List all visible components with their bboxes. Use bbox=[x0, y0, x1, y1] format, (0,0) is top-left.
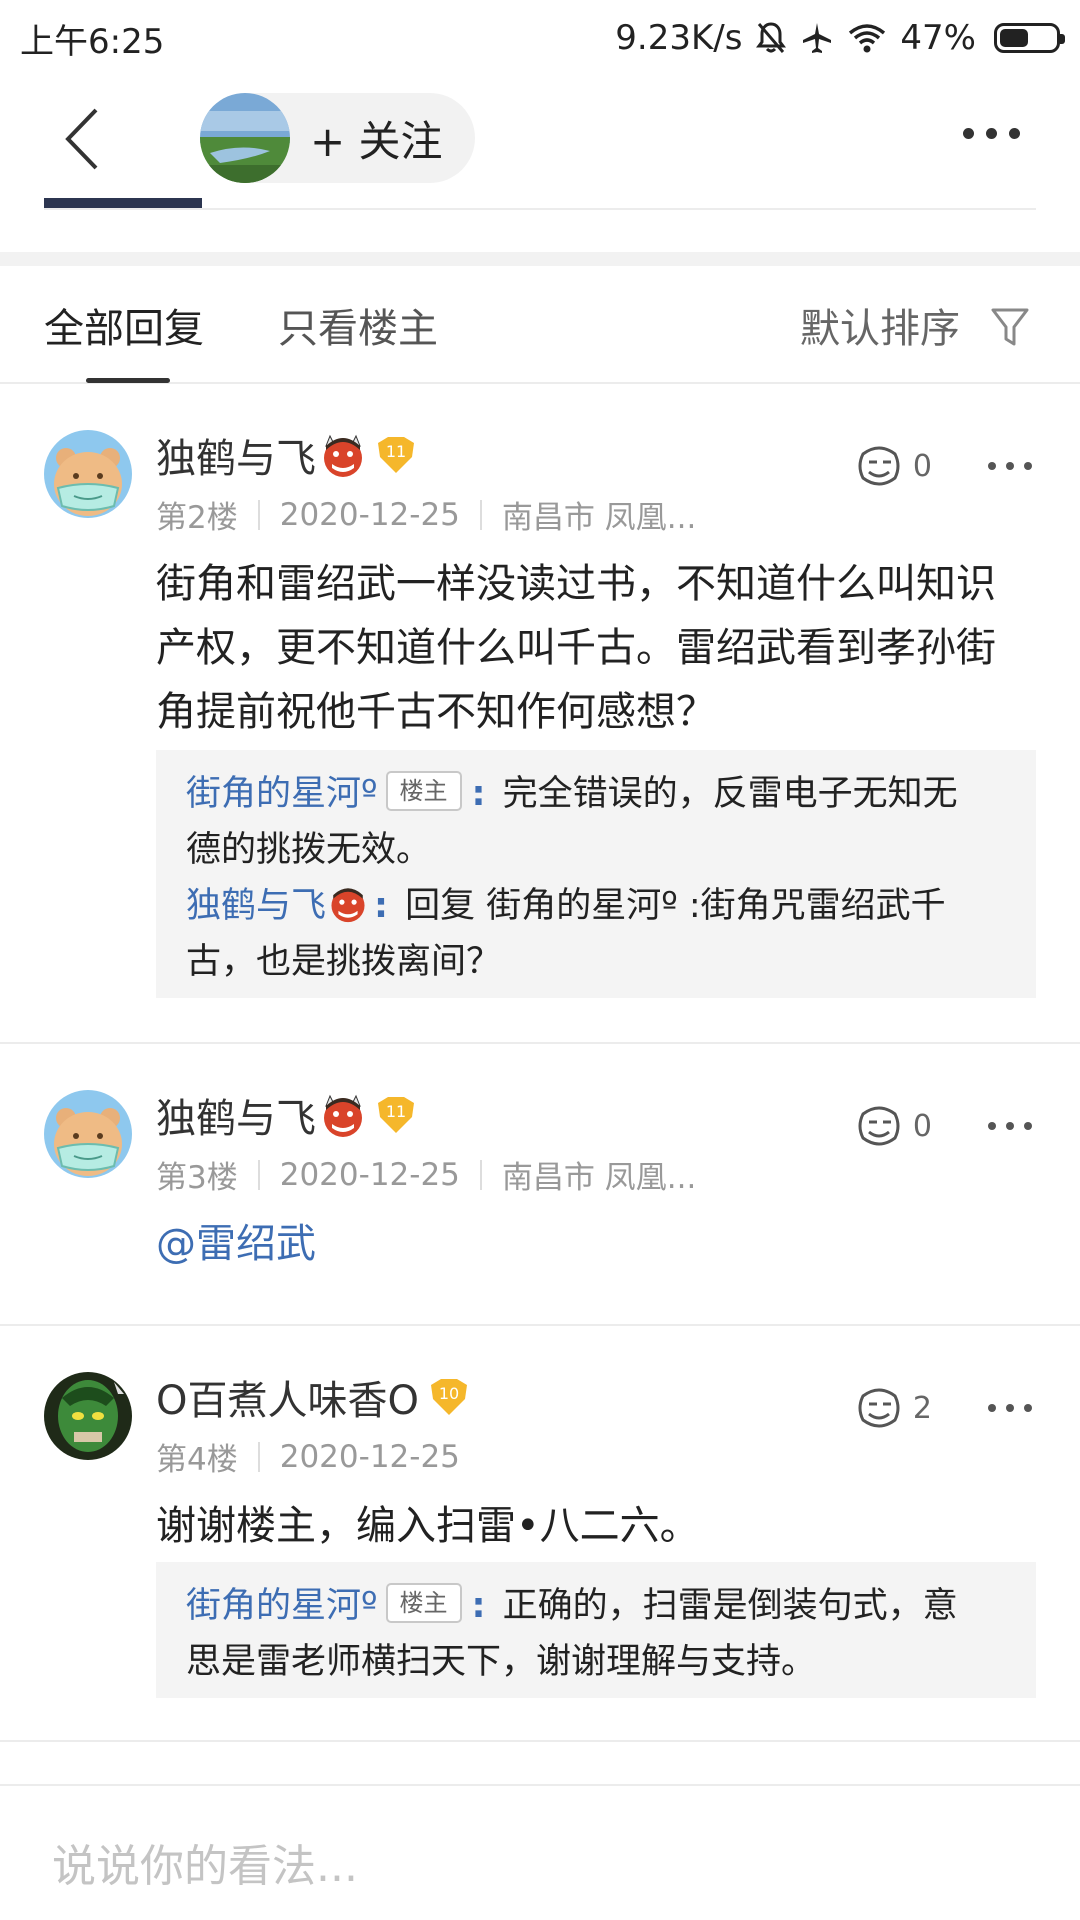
like-face-icon bbox=[858, 446, 900, 486]
floor-number: 第4楼 bbox=[156, 1442, 238, 1478]
follow-label: + 关注 bbox=[310, 116, 443, 166]
sub-reply-text-cont: 思是雷老师横扫天下，谢谢理解与支持。 bbox=[186, 1642, 817, 1682]
sub-reply[interactable]: 街角的星河º 楼主: 正确的，扫雷是倒装句式，意 bbox=[186, 1578, 1006, 1634]
status-time: 上午6:25 bbox=[20, 21, 165, 62]
section-divider bbox=[0, 252, 1080, 266]
level-badge: 11 bbox=[378, 437, 414, 473]
comment-body: 谢谢楼主，编入扫雷•八二六。 bbox=[156, 1503, 700, 1549]
sub-reply-text: 回复 街角的星河º :街角咒雷绍武千 bbox=[394, 886, 946, 926]
airplane-icon bbox=[803, 23, 832, 53]
like-count: 0 bbox=[912, 448, 932, 484]
nav-bar: + 关注 bbox=[0, 76, 1080, 198]
follow-button[interactable]: + 关注 bbox=[200, 93, 475, 183]
sub-reply-text: 正确的，扫雷是倒装句式，意 bbox=[491, 1586, 958, 1626]
sub-replies: 街角的星河º 楼主: 正确的，扫雷是倒装句式，意 思是雷老师横扫天下，谢谢理解与支… bbox=[156, 1562, 1036, 1698]
sub-reply-author[interactable]: 街角的星河º bbox=[186, 774, 378, 814]
sub-replies: 街角的星河º 楼主: 完全错误的，反雷电子无知无 德的挑拨无效。 独鹤与飞: 回复… bbox=[156, 750, 1036, 998]
filter-icon[interactable] bbox=[990, 306, 1030, 348]
avatar[interactable] bbox=[44, 430, 132, 518]
comment-more-icon[interactable] bbox=[988, 1404, 1032, 1412]
like-face-icon bbox=[858, 1106, 900, 1146]
post-date: 2020-12-25 bbox=[279, 496, 460, 533]
status-icons: 9.23K/s 47% bbox=[615, 18, 1065, 58]
floor-number: 第3楼 bbox=[156, 1160, 238, 1196]
sub-reply-text-cont: 德的挑拨无效。 bbox=[186, 830, 432, 870]
author-avatar[interactable] bbox=[200, 93, 290, 183]
comment-body: 街角和雷绍武一样没读过书，不知道什么叫知识 产权，更不知道什么叫千古。雷绍武看到… bbox=[156, 561, 996, 735]
net-speed: 9.23K/s bbox=[615, 18, 743, 58]
sub-reply-author[interactable]: 街角的星河º bbox=[186, 1586, 378, 1626]
like-count: 2 bbox=[912, 1390, 932, 1426]
comment-floor-4: O百煮人味香O 10 第4楼 2020-12-25 2 谢谢楼主，编入扫雷•八二… bbox=[0, 1328, 1080, 1742]
username-row: 独鹤与飞 11 bbox=[156, 426, 418, 484]
back-icon[interactable] bbox=[60, 104, 120, 174]
like-button[interactable]: 0 bbox=[855, 444, 932, 488]
comment-input[interactable]: 说说你的看法... bbox=[52, 1830, 358, 1894]
post-date: 2020-12-25 bbox=[279, 1156, 460, 1193]
username[interactable]: 独鹤与飞 bbox=[156, 426, 316, 484]
mention-link[interactable]: @雷绍武 bbox=[156, 1212, 1036, 1276]
battery-percent: 47% bbox=[900, 18, 976, 58]
svg-text:10: 10 bbox=[439, 1384, 459, 1403]
host-badge: 楼主 bbox=[385, 771, 462, 811]
reply-tabs: 全部回复 只看楼主 默认排序 bbox=[0, 266, 1080, 384]
wifi-icon bbox=[849, 24, 886, 53]
like-button[interactable]: 0 bbox=[855, 1104, 932, 1148]
sub-reply[interactable]: 街角的星河º 楼主: 完全错误的，反雷电子无知无 bbox=[186, 766, 1006, 822]
post-image-strip bbox=[44, 198, 1036, 210]
avatar[interactable] bbox=[44, 1372, 132, 1460]
comment-more-icon[interactable] bbox=[988, 1122, 1032, 1130]
location: 南昌市 凤凰... bbox=[501, 1160, 697, 1196]
sub-reply-text-cont: 古，也是挑拨离间？ bbox=[186, 942, 502, 982]
username-row: 独鹤与飞 11 bbox=[156, 1086, 418, 1144]
mute-icon bbox=[756, 22, 787, 53]
location: 南昌市 凤凰... bbox=[501, 500, 697, 536]
level-badge: 11 bbox=[378, 1097, 414, 1133]
sub-reply-author[interactable]: 独鹤与飞 bbox=[186, 886, 326, 926]
like-face-icon bbox=[858, 1388, 900, 1428]
svg-text:11: 11 bbox=[386, 442, 406, 461]
like-count: 0 bbox=[912, 1108, 932, 1144]
sub-reply[interactable]: 独鹤与飞: 回复 街角的星河º :街角咒雷绍武千 bbox=[186, 878, 1006, 934]
sort-button[interactable]: 默认排序 bbox=[800, 296, 960, 354]
post-image bbox=[44, 198, 202, 208]
more-icon[interactable] bbox=[963, 128, 1020, 139]
comment-floor-2: 独鹤与飞 11 第2楼 2020-12-25 南昌市 凤凰... 0 街角和雷绍… bbox=[0, 386, 1080, 1044]
tab-indicator bbox=[86, 378, 170, 383]
comment-meta: 第2楼 2020-12-25 南昌市 凤凰... bbox=[156, 492, 696, 537]
like-button[interactable]: 2 bbox=[855, 1386, 932, 1430]
ogre-emoji-icon bbox=[324, 434, 362, 477]
comment-meta: 第3楼 2020-12-25 南昌市 凤凰... bbox=[156, 1152, 696, 1197]
status-bar: 上午6:25 9.23K/s 47% bbox=[0, 0, 1080, 76]
comment-more-icon[interactable] bbox=[988, 462, 1032, 470]
floor-number: 第2楼 bbox=[156, 500, 238, 536]
avatar[interactable] bbox=[44, 1090, 132, 1178]
tab-only-host[interactable]: 只看楼主 bbox=[278, 296, 438, 354]
username[interactable]: 独鹤与飞 bbox=[156, 1086, 316, 1144]
sub-reply-text: 完全错误的，反雷电子无知无 bbox=[491, 774, 958, 814]
ogre-emoji-icon bbox=[324, 1094, 362, 1137]
host-badge: 楼主 bbox=[385, 1583, 462, 1623]
username[interactable]: O百煮人味香O bbox=[156, 1368, 419, 1426]
level-badge: 10 bbox=[430, 1379, 467, 1415]
comment-meta: 第4楼 2020-12-25 bbox=[156, 1434, 460, 1479]
ogre-emoji-icon bbox=[331, 888, 365, 923]
post-date: 2020-12-25 bbox=[279, 1438, 460, 1475]
svg-text:11: 11 bbox=[386, 1102, 406, 1121]
tab-all-replies[interactable]: 全部回复 bbox=[44, 296, 204, 354]
battery-icon bbox=[994, 23, 1065, 53]
comment-floor-3: 独鹤与飞 11 第3楼 2020-12-25 南昌市 凤凰... 0 @雷绍武 bbox=[0, 1046, 1080, 1326]
comment-input-bar[interactable]: 说说你的看法... bbox=[0, 1784, 1080, 1920]
username-row: O百煮人味香O 10 bbox=[156, 1368, 471, 1426]
